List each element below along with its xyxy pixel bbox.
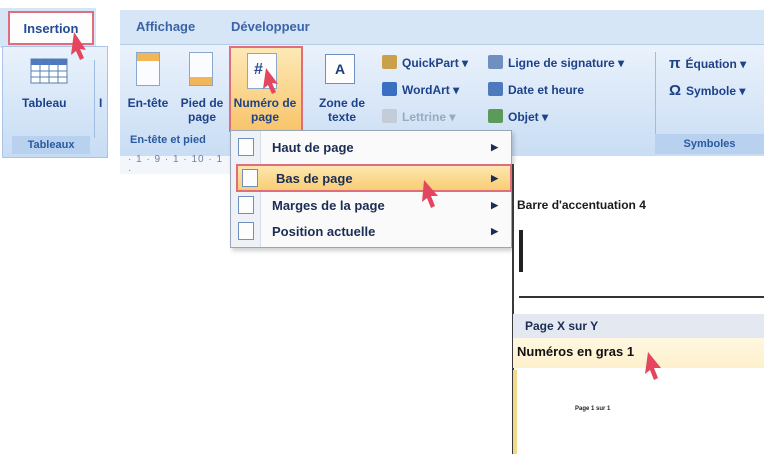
objet-label: Objet: [508, 110, 539, 124]
submenu-arrow-icon: ▶: [491, 172, 498, 183]
page-bottom-icon: [242, 169, 258, 187]
chevron-down-icon: ▾: [740, 57, 747, 71]
signature-label: Ligne de signature: [508, 56, 615, 70]
menu-item-haut-de-page[interactable]: Haut de page ▶: [234, 134, 510, 160]
chevron-down-icon: ▾: [618, 56, 625, 70]
equation-button[interactable]: π Équation ▾: [669, 55, 746, 72]
menu-item-label: Marges de la page: [272, 197, 385, 213]
table-icon[interactable]: [30, 58, 68, 84]
truncated-button-label[interactable]: I: [99, 96, 102, 110]
quickpart-icon: [382, 55, 397, 69]
chevron-down-icon: ▾: [739, 84, 746, 98]
red-arrow-cursor-icon: [422, 180, 438, 208]
pied-de-page-button-label[interactable]: Pied de page: [178, 96, 226, 124]
footer-icon[interactable]: [189, 52, 213, 86]
wordart-button[interactable]: WordArt ▾: [382, 82, 459, 97]
ligne-de-signature-button[interactable]: Ligne de signature ▾: [488, 55, 624, 70]
equation-label: Équation: [685, 57, 737, 71]
wordart-label: WordArt: [402, 83, 450, 97]
menu-item-label: Bas de page: [276, 170, 353, 186]
lettrine-label: Lettrine: [402, 110, 447, 124]
date-label: Date et heure: [508, 83, 585, 97]
menu-item-marges-de-la-page[interactable]: Marges de la page ▶: [234, 192, 510, 218]
zone-de-texte-button-label[interactable]: Zone de texte: [313, 96, 371, 124]
tab-affichage[interactable]: Affichage: [136, 19, 195, 34]
group-label-tableaux: Tableaux: [12, 136, 90, 154]
symbole-label: Symbole: [686, 84, 737, 98]
chevron-down-icon: ▾: [449, 110, 456, 124]
omega-icon: Ω: [669, 82, 682, 99]
calendar-icon: [488, 82, 503, 96]
date-et-heure-button[interactable]: Date et heure: [488, 82, 584, 97]
ribbon-tab-bar: [120, 10, 764, 46]
signature-icon: [488, 55, 503, 69]
group-divider: [94, 60, 95, 138]
menu-item-label: Position actuelle: [272, 223, 376, 239]
red-arrow-cursor-icon: [263, 68, 278, 94]
quickpart-button[interactable]: QuickPart ▾: [382, 55, 468, 70]
group-label-symboles: Symboles: [655, 134, 764, 154]
ruler: · 1 · 9 · 1 · 10 · 1 ·: [120, 154, 230, 176]
text-box-icon[interactable]: A: [325, 54, 355, 84]
numero-de-page-label: Numéro de page: [233, 96, 297, 124]
entete-button-label[interactable]: En-tête: [124, 96, 172, 110]
chevron-down-icon: ▾: [453, 83, 460, 97]
gallery-section-header: Page X sur Y: [513, 314, 764, 338]
chevron-down-icon: ▾: [462, 56, 469, 70]
lettrine-icon: [382, 109, 397, 123]
tab-developpeur[interactable]: Développeur: [231, 19, 310, 34]
pi-icon: π: [669, 55, 681, 72]
submenu-arrow-icon: ▶: [491, 141, 498, 152]
lettrine-button[interactable]: Lettrine ▾: [382, 109, 455, 124]
header-icon[interactable]: [136, 52, 160, 86]
submenu-arrow-icon: ▶: [491, 225, 498, 236]
menu-item-bas-de-page[interactable]: Bas de page ▶: [236, 164, 512, 192]
menu-item-position-actuelle[interactable]: Position actuelle ▶: [234, 218, 510, 244]
current-position-icon: [238, 222, 254, 240]
gallery-item-label: Numéros en gras 1: [517, 344, 635, 359]
quickpart-label: QuickPart: [402, 56, 459, 70]
tableau-button-label[interactable]: Tableau: [22, 96, 66, 110]
symbole-button[interactable]: Ω Symbole ▾: [669, 82, 745, 99]
page-margins-icon: [238, 196, 254, 214]
preview-accent-bar: [519, 230, 523, 272]
chevron-down-icon: ▾: [542, 110, 549, 124]
menu-item-label: Haut de page: [272, 139, 354, 155]
group-label-entete-pied: En-tête et pied: [130, 134, 206, 146]
preview-margin-bar: [513, 370, 517, 454]
objet-button[interactable]: Objet ▾: [488, 109, 548, 124]
submenu-arrow-icon: ▶: [491, 199, 498, 210]
wordart-icon: [382, 82, 397, 96]
page-top-icon: [238, 138, 254, 156]
preview-divider: [519, 296, 764, 298]
gallery-item-barre-accentuation[interactable]: Barre d'accentuation 4: [517, 198, 646, 212]
preview-page-text: Page 1 sur 1: [575, 406, 611, 412]
red-arrow-cursor-icon: [645, 352, 661, 380]
object-icon: [488, 109, 503, 123]
red-arrow-cursor-icon: [71, 32, 86, 60]
